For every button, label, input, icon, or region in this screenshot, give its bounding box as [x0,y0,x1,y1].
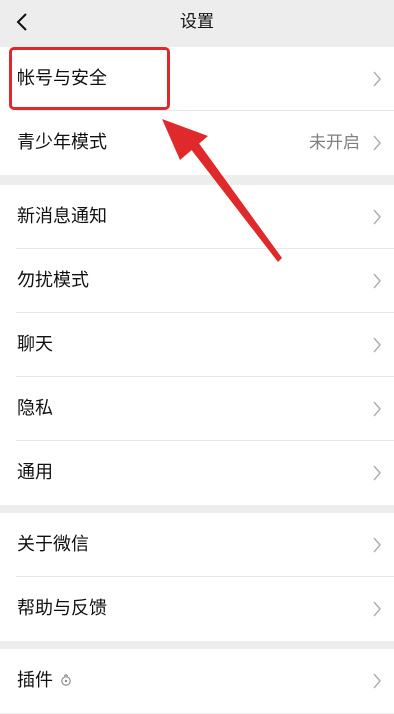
settings-group-plugins: 插件 [0,649,394,713]
highlight-box [9,47,170,110]
chevron-right-icon [372,464,382,482]
chevron-right-icon [372,400,382,418]
chevron-right-icon [372,272,382,290]
settings-item-label: 插件 [17,649,73,713]
chevron-right-icon [372,536,382,554]
navigation-bar: 设置 [0,0,394,44]
chevron-right-icon [372,208,382,226]
settings-item-label: 青少年模式 [17,132,107,153]
settings-item-general[interactable]: 通用 [0,441,394,505]
settings-item-label: 通用 [17,462,53,483]
settings-item-about-wechat[interactable]: 关于微信 [0,513,394,577]
settings-item-label: 关于微信 [17,534,89,555]
settings-item-label: 聊天 [17,334,53,355]
teen-mode-status: 未开启 [309,133,360,153]
settings-item-label: 帮助与反馈 [17,598,107,619]
chevron-right-icon [372,336,382,354]
page-title: 设置 [180,12,214,32]
settings-group-about: 关于微信 帮助与反馈 [0,513,394,641]
settings-item-help-feedback[interactable]: 帮助与反馈 [0,577,394,641]
settings-item-notifications[interactable]: 新消息通知 [0,185,394,249]
settings-item-label: 勿扰模式 [17,270,89,291]
settings-item-teen-mode[interactable]: 青少年模式 未开启 [0,111,394,175]
settings-group-general: 新消息通知 勿扰模式 聊天 隐私 通用 [0,185,394,505]
plugin-icon [59,650,73,686]
settings-item-chat[interactable]: 聊天 [0,313,394,377]
chevron-right-icon [372,672,382,690]
settings-item-do-not-disturb[interactable]: 勿扰模式 [0,249,394,313]
settings-item-plugins[interactable]: 插件 [0,649,394,713]
settings-item-label: 新消息通知 [17,206,107,227]
settings-item-label: 隐私 [17,398,53,419]
chevron-right-icon [372,134,382,152]
chevron-right-icon [372,70,382,88]
settings-item-privacy[interactable]: 隐私 [0,377,394,441]
chevron-right-icon [372,600,382,618]
plugins-label: 插件 [17,670,53,691]
